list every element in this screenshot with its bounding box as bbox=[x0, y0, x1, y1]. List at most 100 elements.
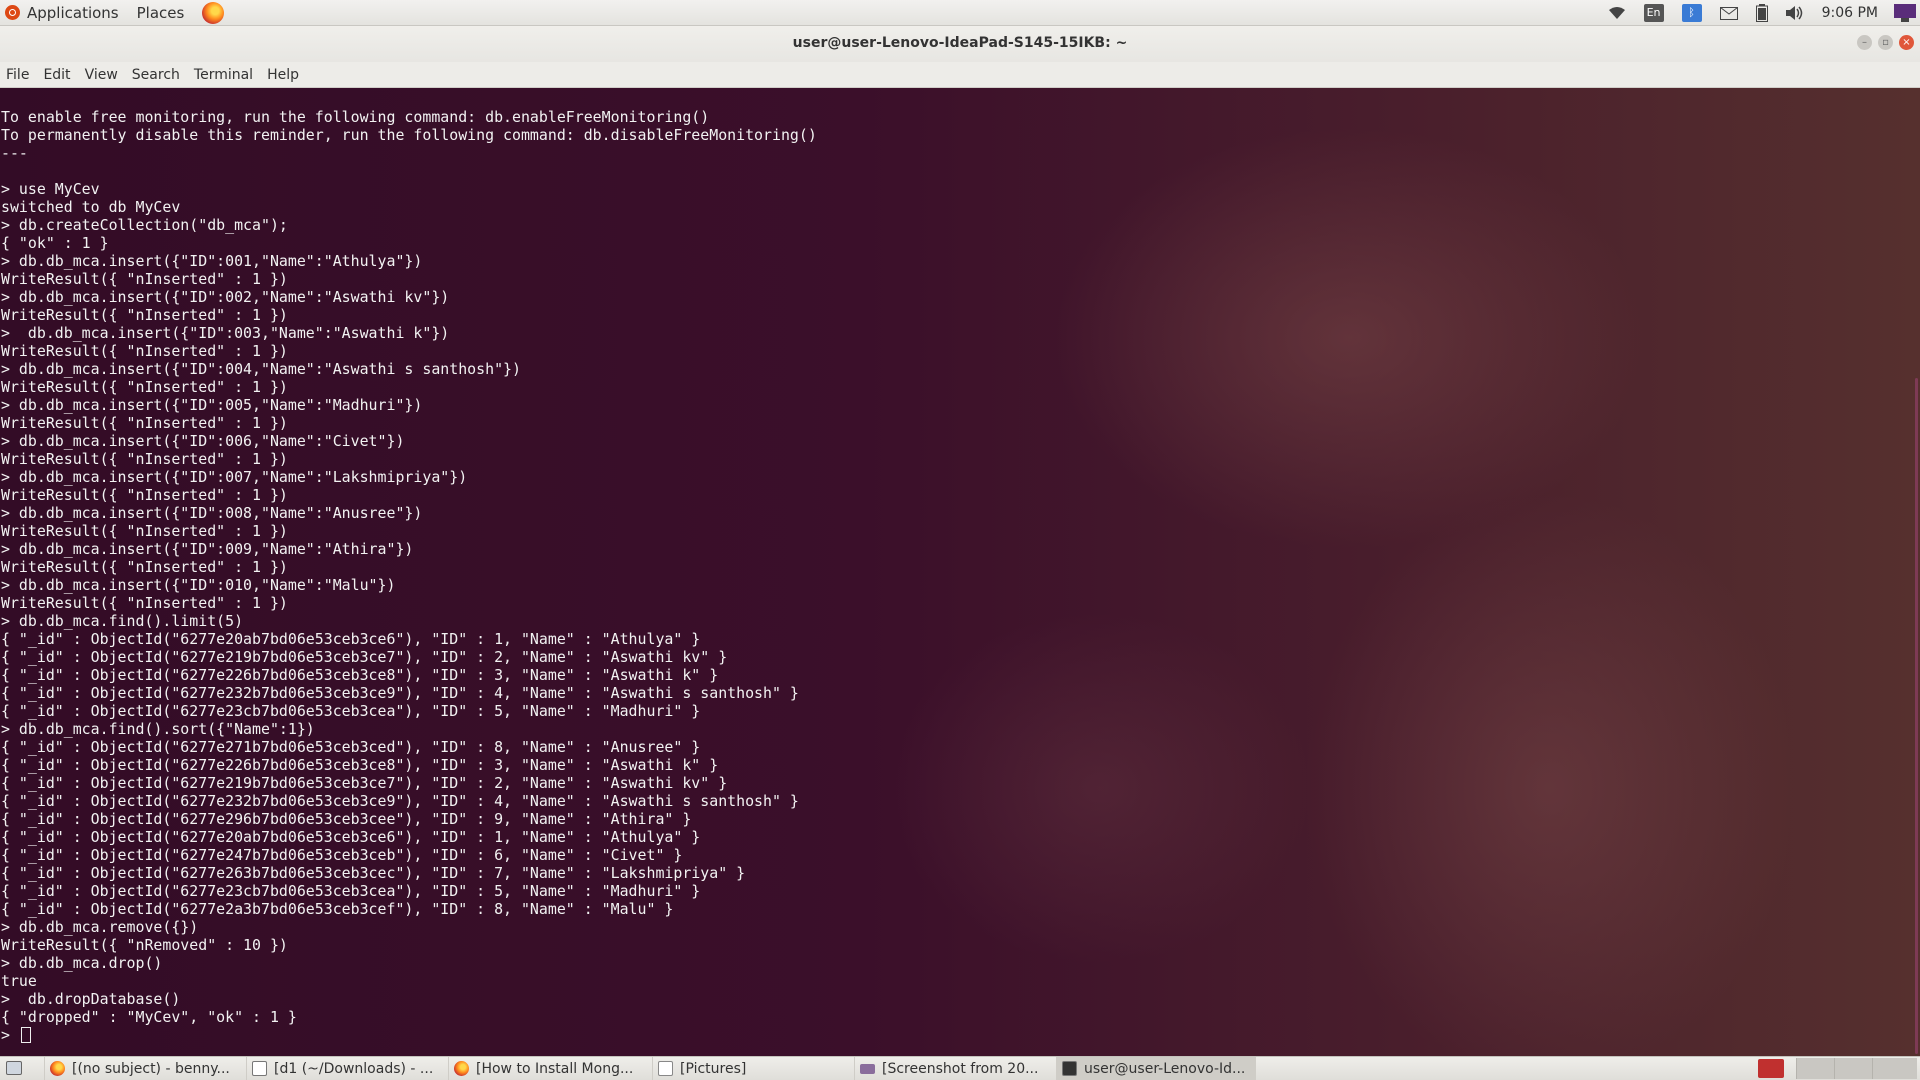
terminal-line: WriteResult({ "nInserted" : 1 }) bbox=[1, 450, 288, 468]
terminal-icon bbox=[1062, 1061, 1077, 1076]
terminal-line: > db.db_mca.insert({"ID":002,"Name":"Asw… bbox=[1, 288, 450, 306]
terminal-line: > use MyCev bbox=[1, 180, 100, 198]
workspace-2[interactable] bbox=[1834, 1058, 1872, 1079]
terminal-line: WriteResult({ "nInserted" : 1 }) bbox=[1, 378, 288, 396]
window-title: user@user-Lenovo-IdeaPad-S145-15IKB: ~ bbox=[792, 35, 1128, 51]
minimize-button[interactable]: – bbox=[1857, 35, 1872, 50]
terminal-line: WriteResult({ "nInserted" : 1 }) bbox=[1, 558, 288, 576]
terminal-line: WriteResult({ "nRemoved" : 10 }) bbox=[1, 936, 288, 954]
terminal-line: > db.db_mca.insert({"ID":010,"Name":"Mal… bbox=[1, 576, 396, 594]
menu-terminal[interactable]: Terminal bbox=[187, 67, 260, 83]
text-cursor bbox=[20, 1027, 31, 1043]
terminal-line: { "_id" : ObjectId("6277e232b7bd06e53ceb… bbox=[1, 684, 799, 702]
window-titlebar[interactable]: user@user-Lenovo-IdeaPad-S145-15IKB: ~ –… bbox=[0, 26, 1920, 62]
terminal-line: > db.db_mca.insert({"ID":007,"Name":"Lak… bbox=[1, 468, 468, 486]
terminal-line: > db.db_mca.insert({"ID":009,"Name":"Ath… bbox=[1, 540, 414, 558]
terminal-line: { "_id" : ObjectId("6277e23cb7bd06e53ceb… bbox=[1, 882, 701, 900]
bluetooth-icon[interactable]: ᛒ bbox=[1681, 0, 1702, 26]
terminal-line: { "_id" : ObjectId("6277e219b7bd06e53ceb… bbox=[1, 774, 728, 792]
firefox-launcher-icon[interactable] bbox=[202, 1, 225, 24]
workspace-3[interactable] bbox=[1872, 1058, 1917, 1079]
terminal-line: To permanently disable this reminder, ru… bbox=[1, 126, 817, 144]
terminal-line: > db.db_mca.insert({"ID":003,"Name":"Asw… bbox=[1, 324, 450, 342]
task-label: [Pictures] bbox=[680, 1060, 747, 1077]
terminal-line: { "_id" : ObjectId("6277e271b7bd06e53ceb… bbox=[1, 738, 701, 756]
task-label: [How to Install Mong... bbox=[476, 1060, 634, 1077]
terminal-line: > db.createCollection("db_mca"); bbox=[1, 216, 288, 234]
terminal-line: WriteResult({ "nInserted" : 1 }) bbox=[1, 414, 288, 432]
maximize-button[interactable]: ▫ bbox=[1878, 35, 1893, 50]
terminal-area[interactable]: To enable free monitoring, run the follo… bbox=[0, 88, 1920, 1056]
terminal-line: WriteResult({ "nInserted" : 1 }) bbox=[1, 486, 288, 504]
task-browser[interactable]: [How to Install Mong... bbox=[448, 1057, 648, 1080]
top-panel: Applications Places En ᛒ 9:06 PM bbox=[0, 0, 1920, 26]
terminal-line: { "_id" : ObjectId("6277e296b7bd06e53ceb… bbox=[1, 810, 692, 828]
terminal-prompt-line[interactable]: > bbox=[1, 1026, 817, 1044]
terminal-line: { "_id" : ObjectId("6277e226b7bd06e53ceb… bbox=[1, 666, 719, 684]
terminal-line: WriteResult({ "nInserted" : 1 }) bbox=[1, 306, 288, 324]
mail-icon[interactable] bbox=[1719, 0, 1738, 26]
terminal-line: { "_id" : ObjectId("6277e23cb7bd06e53ceb… bbox=[1, 702, 701, 720]
show-desktop-icon[interactable] bbox=[6, 1061, 22, 1075]
task-label: [Screenshot from 20... bbox=[882, 1060, 1039, 1077]
task-screenshot[interactable]: [Screenshot from 20... bbox=[854, 1057, 1054, 1080]
keyboard-layout-label: En bbox=[1643, 4, 1664, 22]
wifi-icon[interactable] bbox=[1608, 0, 1626, 26]
menubar: File Edit View Search Terminal Help bbox=[0, 62, 1920, 88]
volume-icon[interactable] bbox=[1785, 0, 1804, 26]
terminal-line: > db.db_mca.insert({"ID":006,"Name":"Civ… bbox=[1, 432, 405, 450]
terminal-line: WriteResult({ "nInserted" : 1 }) bbox=[1, 594, 288, 612]
keyboard-layout-indicator[interactable]: En bbox=[1643, 0, 1664, 26]
terminal-line: { "ok" : 1 } bbox=[1, 234, 109, 252]
prompt: > bbox=[1, 1026, 19, 1044]
image-viewer-icon bbox=[860, 1063, 875, 1074]
terminal-line: { "_id" : ObjectId("6277e226b7bd06e53ceb… bbox=[1, 756, 719, 774]
terminal-line: > db.dropDatabase() bbox=[1, 990, 181, 1008]
terminal-line: WriteResult({ "nInserted" : 1 }) bbox=[1, 342, 288, 360]
menu-edit[interactable]: Edit bbox=[36, 67, 77, 83]
terminal-line: switched to db MyCev bbox=[1, 198, 181, 216]
menu-help[interactable]: Help bbox=[260, 67, 306, 83]
terminal-line: WriteResult({ "nInserted" : 1 }) bbox=[1, 270, 288, 288]
terminal-line: > db.db_mca.remove({}) bbox=[1, 918, 199, 936]
task-mail[interactable]: [(no subject) - benny... bbox=[44, 1057, 244, 1080]
menu-view[interactable]: View bbox=[78, 67, 125, 83]
ubuntu-logo-icon bbox=[5, 5, 20, 20]
terminal-line: { "_id" : ObjectId("6277e2a3b7bd06e53ceb… bbox=[1, 900, 674, 918]
session-menu-icon[interactable] bbox=[1894, 0, 1916, 26]
folder-icon bbox=[658, 1061, 673, 1076]
terminal-line: > db.db_mca.insert({"ID":008,"Name":"Anu… bbox=[1, 504, 423, 522]
task-label: [(no subject) - benny... bbox=[72, 1060, 230, 1077]
terminal-line: { "_id" : ObjectId("6277e219b7bd06e53ceb… bbox=[1, 648, 728, 666]
task-editor[interactable]: [d1 (~/Downloads) - ... bbox=[246, 1057, 446, 1080]
terminal-line: > db.db_mca.insert({"ID":001,"Name":"Ath… bbox=[1, 252, 423, 270]
menu-file[interactable]: File bbox=[0, 67, 36, 83]
firefox-icon bbox=[454, 1061, 469, 1076]
task-label: user@user-Lenovo-Id... bbox=[1084, 1060, 1246, 1077]
task-terminal[interactable]: user@user-Lenovo-Id... bbox=[1056, 1057, 1256, 1080]
terminal-line: > db.db_mca.insert({"ID":004,"Name":"Asw… bbox=[1, 360, 521, 378]
terminal-line: To enable free monitoring, run the follo… bbox=[1, 108, 710, 126]
clock[interactable]: 9:06 PM bbox=[1822, 5, 1878, 21]
terminal-scrollbar[interactable] bbox=[1915, 378, 1918, 1054]
task-label: [d1 (~/Downloads) - ... bbox=[274, 1060, 434, 1077]
terminal-tray-icon[interactable] bbox=[1758, 1059, 1784, 1078]
task-pictures[interactable]: [Pictures] bbox=[652, 1057, 852, 1080]
terminal-line: > db.db_mca.find().sort({"Name":1}) bbox=[1, 720, 315, 738]
terminal-line: { "_id" : ObjectId("6277e247b7bd06e53ceb… bbox=[1, 846, 683, 864]
workspace-1[interactable] bbox=[1796, 1058, 1834, 1079]
terminal-line: > db.db_mca.drop() bbox=[1, 954, 163, 972]
firefox-icon bbox=[50, 1061, 65, 1076]
terminal-line: true bbox=[1, 972, 37, 990]
battery-icon[interactable] bbox=[1755, 0, 1768, 26]
close-button[interactable]: × bbox=[1899, 35, 1914, 50]
applications-label: Applications bbox=[27, 3, 119, 22]
terminal-line: { "_id" : ObjectId("6277e232b7bd06e53ceb… bbox=[1, 792, 799, 810]
applications-menu[interactable]: Applications bbox=[5, 4, 137, 22]
terminal-line: > db.db_mca.find().limit(5) bbox=[1, 612, 244, 630]
terminal-line: { "_id" : ObjectId("6277e20ab7bd06e53ceb… bbox=[1, 630, 701, 648]
places-menu[interactable]: Places bbox=[137, 4, 185, 22]
menu-search[interactable]: Search bbox=[125, 67, 187, 83]
taskbar: [(no subject) - benny... [d1 (~/Download… bbox=[0, 1056, 1920, 1080]
